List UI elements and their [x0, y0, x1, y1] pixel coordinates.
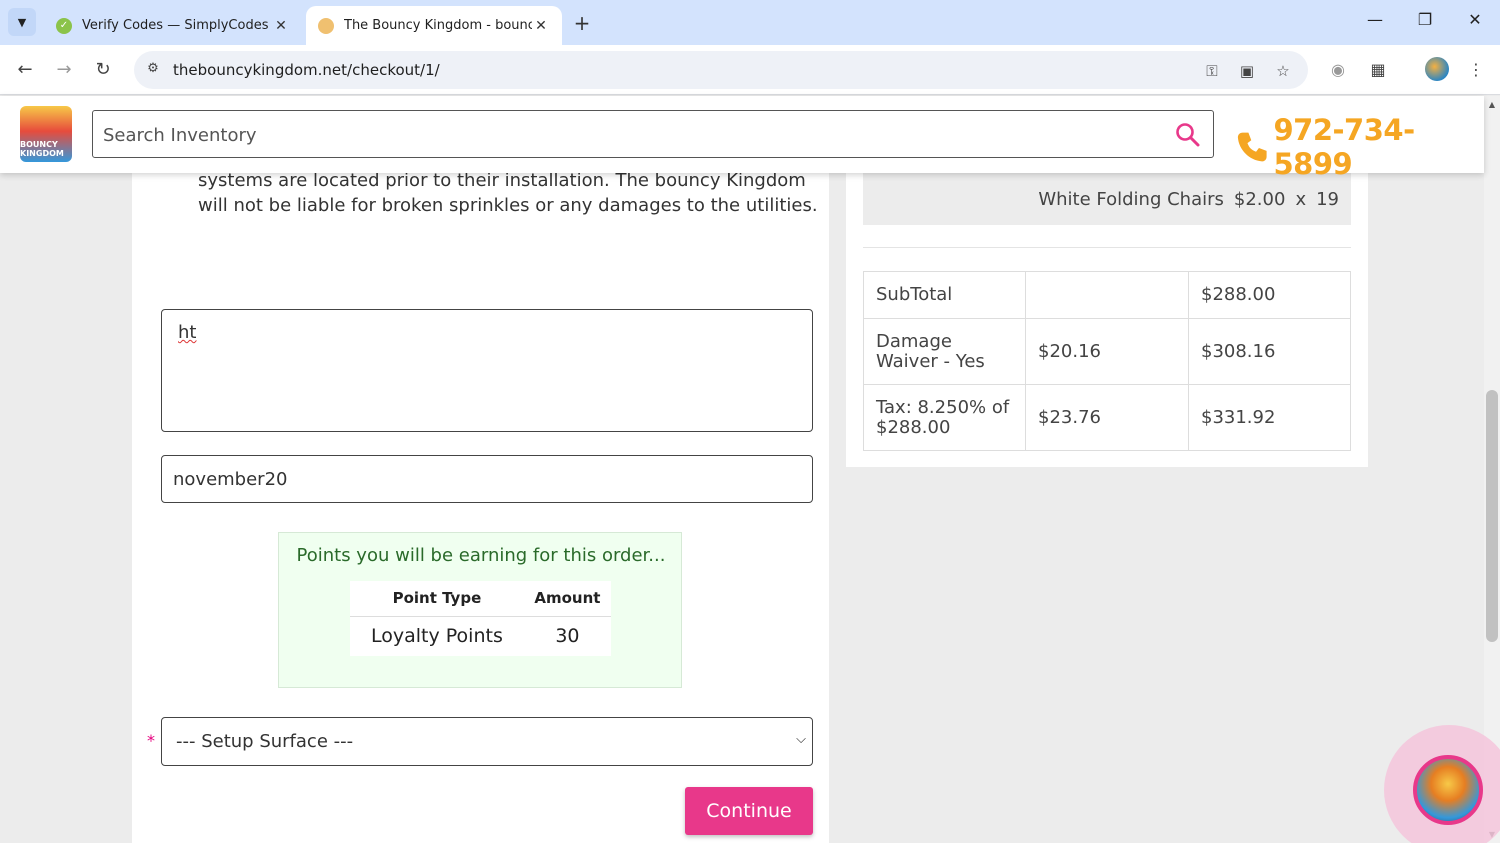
- logo-text: BOUNCY KINGDOM: [20, 140, 64, 158]
- column-header-point-type: Point Type: [350, 581, 524, 617]
- tab-title: The Bouncy Kingdom - bounce: [344, 18, 532, 33]
- points-title: Points you will be earning for this orde…: [296, 545, 666, 566]
- password-key-icon[interactable]: ⚿: [1201, 60, 1223, 82]
- bookmark-star-icon[interactable]: ☆: [1272, 60, 1294, 82]
- reload-icon[interactable]: ↻: [91, 58, 115, 82]
- bouncy-kingdom-logo[interactable]: BOUNCY KINGDOM: [20, 106, 72, 162]
- browser-toolbar: ← → ↻ ⚙ thebouncykingdom.net/checkout/1/…: [0, 45, 1500, 95]
- subtotal-total: $288.00: [1188, 271, 1351, 319]
- item-quantity: 19: [1316, 188, 1339, 210]
- subtotal-label: SubTotal: [863, 271, 1026, 319]
- tab-search-button[interactable]: ▼: [8, 8, 36, 36]
- bouncy-kingdom-favicon-icon: [318, 17, 334, 34]
- close-icon[interactable]: ✕: [272, 18, 290, 34]
- table-row: SubTotal $288.00: [863, 271, 1351, 319]
- points-table: Point Type Amount Loyalty Points 30: [350, 581, 611, 656]
- window-close-icon[interactable]: ✕: [1460, 10, 1490, 29]
- divider: [863, 247, 1351, 248]
- table-row: Damage Waiver - Yes $20.16 $308.16: [863, 318, 1351, 385]
- chat-widget-button[interactable]: [1413, 755, 1483, 825]
- chevron-down-icon: ⌵: [796, 732, 806, 747]
- continue-button[interactable]: Continue: [685, 787, 813, 835]
- extensions-puzzle-icon[interactable]: ▦: [1366, 58, 1390, 82]
- totals-table: SubTotal $288.00 Damage Waiver - Yes $20…: [863, 271, 1351, 451]
- chevron-down-icon: ▼: [17, 15, 27, 29]
- tax-total: $331.92: [1188, 384, 1351, 451]
- table-row: Tax: 8.250% of $288.00 $23.76 $331.92: [863, 384, 1351, 451]
- item-name: White Folding Chairs: [1038, 188, 1224, 210]
- tab-title: Verify Codes — SimplyCodes: [82, 18, 269, 33]
- phone-icon: [1237, 132, 1267, 162]
- damage-waiver-label: Damage Waiver - Yes: [863, 318, 1026, 385]
- translate-icon[interactable]: ▣: [1236, 60, 1258, 82]
- extension-globe-icon[interactable]: ◉: [1326, 58, 1350, 82]
- simplycodes-favicon-icon: ✓: [56, 17, 72, 34]
- minimize-icon[interactable]: —: [1360, 10, 1390, 29]
- restore-icon[interactable]: ❐: [1410, 10, 1440, 29]
- notes-textarea[interactable]: ht: [161, 309, 813, 432]
- point-type-cell: Loyalty Points: [371, 625, 503, 648]
- order-summary-panel: White Folding Chairs $2.00 x 19 SubTotal…: [846, 173, 1368, 467]
- loyalty-points-box: Points you will be earning for this orde…: [278, 532, 682, 688]
- setup-surface-select[interactable]: --- Setup Surface --- ⌵: [161, 717, 813, 766]
- site-header: BOUNCY KINGDOM 972-734-5899: [0, 96, 1484, 181]
- tab-simplycodes[interactable]: ✓ Verify Codes — SimplyCodes ✕: [44, 6, 302, 45]
- item-times: x: [1295, 188, 1307, 210]
- close-icon[interactable]: ✕: [532, 18, 550, 34]
- back-arrow-icon[interactable]: ←: [13, 58, 37, 82]
- coupon-code-input[interactable]: [161, 455, 813, 503]
- required-asterisk: *: [147, 731, 155, 750]
- checkout-form-panel: systems are located prior to their insta…: [132, 170, 829, 843]
- phone-contact[interactable]: 972-734-5899: [1235, 113, 1484, 181]
- tax-label: Tax: 8.250% of $288.00: [863, 384, 1026, 451]
- search-icon[interactable]: [1175, 122, 1201, 148]
- profile-avatar[interactable]: [1425, 57, 1449, 81]
- damage-waiver-amount: $20.16: [1025, 318, 1189, 385]
- damage-waiver-total: $308.16: [1188, 318, 1351, 385]
- point-amount-cell: 30: [555, 625, 580, 648]
- subtotal-amount: [1025, 271, 1189, 319]
- new-tab-plus-icon[interactable]: +: [570, 11, 594, 35]
- forward-arrow-icon[interactable]: →: [52, 58, 76, 82]
- setup-surface-selected: --- Setup Surface ---: [176, 731, 354, 752]
- site-settings-icon[interactable]: ⚙: [144, 61, 162, 79]
- address-bar[interactable]: ⚙ thebouncykingdom.net/checkout/1/ ⚿ ▣ ☆: [134, 51, 1308, 89]
- phone-number[interactable]: 972-734-5899: [1273, 113, 1484, 181]
- tax-amount: $23.76: [1025, 384, 1189, 451]
- url-text[interactable]: thebouncykingdom.net/checkout/1/: [173, 61, 440, 79]
- scrollbar-thumb[interactable]: [1486, 390, 1498, 642]
- item-price: $2.00: [1233, 188, 1286, 210]
- notes-value: ht: [178, 322, 197, 343]
- browser-tab-strip: ▼ ✓ Verify Codes — SimplyCodes ✕ The Bou…: [0, 0, 1500, 45]
- points-table-header: Point Type Amount: [350, 581, 611, 617]
- search-input[interactable]: [103, 123, 1153, 147]
- search-box[interactable]: [92, 110, 1214, 158]
- table-row: Loyalty Points 30: [350, 616, 611, 656]
- column-header-amount: Amount: [523, 581, 611, 617]
- scroll-up-arrow-icon[interactable]: ▲: [1484, 100, 1500, 109]
- page-scrollbar[interactable]: ▲ ▼: [1484, 96, 1500, 843]
- browser-menu-icon[interactable]: ⋮: [1464, 58, 1488, 82]
- terms-text: systems are located prior to their insta…: [198, 170, 818, 216]
- tab-bouncy-kingdom[interactable]: The Bouncy Kingdom - bounce ✕: [306, 6, 562, 45]
